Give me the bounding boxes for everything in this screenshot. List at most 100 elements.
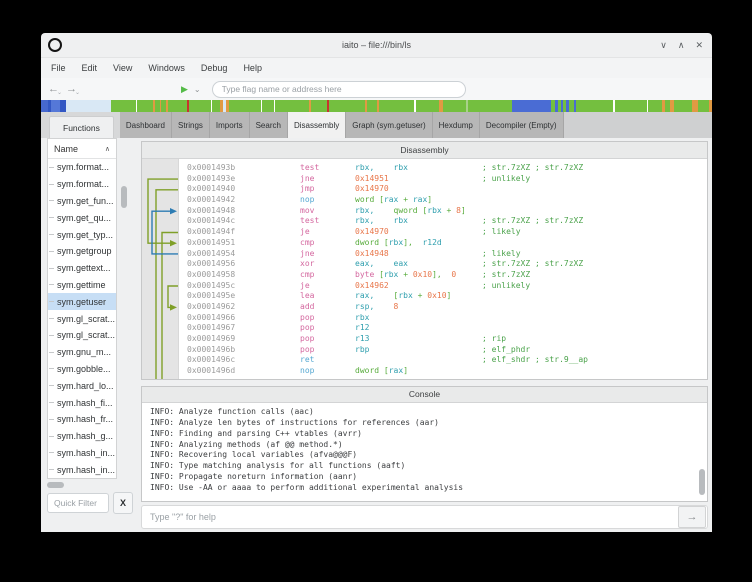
tab-graph-sym-getuser[interactable]: Graph (sym.getuser) (346, 112, 432, 138)
tab-search[interactable]: Search (250, 112, 288, 138)
functions-scrollbar[interactable] (117, 138, 131, 479)
disasm-row[interactable]: 0x0001493ejne0x14951; unlikely (187, 174, 707, 185)
disasm-row[interactable]: 0x0001493btestrbx, rbx; str.7zXZ ; str.7… (187, 163, 707, 174)
function-list-item[interactable]: sym.hash_in... (48, 461, 116, 478)
function-list-item[interactable]: sym.getgroup (48, 243, 116, 260)
disasm-address: 0x0001495c (187, 281, 300, 292)
function-list-item[interactable]: sym.hash_fi... (48, 394, 116, 411)
function-list-item[interactable]: sym.hash_g... (48, 428, 116, 445)
function-list-item[interactable]: sym.hash_fr... (48, 411, 116, 428)
function-list-item[interactable]: sym.hash_in... (48, 445, 116, 462)
functions-name-header[interactable]: Name ∧ (48, 139, 116, 159)
execute-command-button[interactable]: → (678, 506, 706, 528)
disasm-row[interactable]: 0x00014962addrsp, 8 (187, 302, 707, 313)
function-list-item[interactable]: sym.gl_scrat... (48, 310, 116, 327)
clear-filter-button[interactable]: X (113, 492, 133, 514)
disasm-operands: word [rax + rax] (355, 195, 482, 206)
back-button[interactable]: ←⌄ (48, 84, 59, 94)
disasm-comment: ; elf_phdr (482, 345, 530, 354)
seek-search-input[interactable] (212, 81, 466, 98)
disasm-row[interactable]: 0x00014951cmpdword [rbx], r12d (187, 238, 707, 249)
tab-decompiler-empty[interactable]: Decompiler (Empty) (480, 112, 564, 138)
function-list-item[interactable]: sym.hard_lo... (48, 377, 116, 394)
functions-hscrollbar-thumb[interactable] (47, 482, 64, 488)
disasm-operands: rbx (355, 313, 482, 324)
tab-hexdump[interactable]: Hexdump (433, 112, 480, 138)
disasm-address: 0x00014958 (187, 270, 300, 281)
jump-arrows-gutter (142, 159, 179, 379)
disasm-row[interactable]: 0x0001494fje0x14970; likely (187, 227, 707, 238)
disasm-mnemonic: jmp (300, 184, 355, 195)
function-list-item[interactable]: sym.gobble... (48, 361, 116, 378)
disasm-address: 0x00014954 (187, 249, 300, 260)
disasm-row[interactable]: 0x0001494ctestrbx, rbx; str.7zXZ ; str.7… (187, 216, 707, 227)
menu-item-file[interactable]: File (43, 60, 74, 76)
disasm-row[interactable]: 0x0001495cje0x14962; unlikely (187, 281, 707, 292)
disasm-row[interactable]: 0x0001496bpoprbp; elf_phdr (187, 345, 707, 356)
disasm-row[interactable]: 0x00014967popr12 (187, 323, 707, 334)
disasm-row[interactable]: 0x00014966poprbx (187, 313, 707, 324)
disasm-row[interactable]: 0x00014940jmp0x14970 (187, 184, 707, 195)
disasm-address: 0x00014956 (187, 259, 300, 270)
function-list-item[interactable]: sym.gettime (48, 277, 116, 294)
memory-map-segment (709, 100, 712, 112)
menu-item-edit[interactable]: Edit (74, 60, 106, 76)
tab-functions[interactable]: Functions (49, 116, 114, 138)
disassembly-panel-titlebar[interactable]: Disassembly (142, 142, 707, 159)
menu-item-windows[interactable]: Windows (140, 60, 193, 76)
disasm-row[interactable]: 0x0001495elearax, [rbx + 0x10] (187, 291, 707, 302)
disasm-row[interactable]: 0x00014956xoreax, eax; str.7zXZ ; str.7z… (187, 259, 707, 270)
tab-disassembly[interactable]: Disassembly (288, 112, 346, 138)
title-bar[interactable]: iaito – file:///bin/ls ∨ ∧ ✕ (41, 33, 712, 58)
function-list-item[interactable]: sym.gnu_m... (48, 344, 116, 361)
disasm-address: 0x0001496d (187, 366, 300, 377)
disasm-row[interactable]: 0x0001496cret; elf_shdr ; str.9__ap (187, 355, 707, 366)
function-list-item[interactable]: sym.gl_scrat... (48, 327, 116, 344)
function-list-item[interactable]: sym.format... (48, 176, 116, 193)
forward-dropdown-icon: ⌄ (75, 88, 80, 98)
memory-map-strip[interactable] (41, 100, 712, 112)
function-list-item[interactable]: sym.getuser (48, 293, 116, 310)
disasm-row[interactable]: 0x0001496dnopdword [rax] (187, 366, 707, 377)
debug-run-button[interactable]: ▶ (181, 84, 188, 95)
close-button[interactable]: ✕ (695, 40, 703, 51)
debug-dropdown-icon[interactable]: ⌄ (194, 85, 201, 94)
function-list-item[interactable]: sym.get_qu... (48, 209, 116, 226)
quick-filter-input[interactable] (47, 493, 109, 513)
forward-button[interactable]: →⌄ (66, 84, 77, 94)
disasm-row[interactable]: 0x00014942nopword [rax + rax] (187, 195, 707, 206)
console-scrollbar-thumb[interactable] (699, 469, 705, 495)
disasm-address: 0x0001495e (187, 291, 300, 302)
memory-map-segment (51, 100, 59, 112)
console-panel-titlebar[interactable]: Console (142, 387, 707, 403)
minimize-button[interactable]: ∨ (660, 40, 667, 51)
window-title: iaito – file:///bin/ls (41, 40, 712, 50)
tab-dashboard[interactable]: Dashboard (120, 112, 172, 138)
disasm-row[interactable]: 0x00014948movrbx, qword [rbx + 8] (187, 206, 707, 217)
tab-strip-filler (564, 112, 712, 138)
menu-item-view[interactable]: View (105, 60, 140, 76)
tab-strings[interactable]: Strings (172, 112, 210, 138)
functions-hscrollbar[interactable] (47, 482, 117, 488)
functions-scrollbar-thumb[interactable] (121, 186, 127, 208)
disasm-row[interactable]: 0x00014969popr13; rip (187, 334, 707, 345)
tab-imports[interactable]: Imports (210, 112, 250, 138)
function-list-item[interactable]: sym.get_fun... (48, 193, 116, 210)
menu-item-help[interactable]: Help (235, 60, 270, 76)
menu-item-debug[interactable]: Debug (193, 60, 236, 76)
maximize-button[interactable]: ∧ (678, 40, 685, 51)
memory-map-segment (111, 100, 136, 112)
disasm-row[interactable]: 0x00014958cmpbyte [rbx + 0x10], 0; str.7… (187, 270, 707, 281)
function-list-item[interactable]: sym.get_typ... (48, 226, 116, 243)
disasm-row[interactable]: 0x00014954jne0x14948; likely (187, 249, 707, 260)
console-command-input[interactable] (142, 511, 677, 523)
disasm-operands: eax, eax (355, 259, 482, 270)
disasm-operands: 0x14948 (355, 249, 482, 260)
disasm-address: 0x0001494f (187, 227, 300, 238)
disassembly-listing[interactable]: 0x0001493btestrbx, rbx; str.7zXZ ; str.7… (179, 159, 707, 379)
disasm-address: 0x0001496c (187, 355, 300, 366)
memory-map-segment (66, 100, 111, 112)
function-list-item[interactable]: sym.format... (48, 159, 116, 176)
function-list-item[interactable]: sym.gettext... (48, 260, 116, 277)
disasm-address: 0x00014942 (187, 195, 300, 206)
